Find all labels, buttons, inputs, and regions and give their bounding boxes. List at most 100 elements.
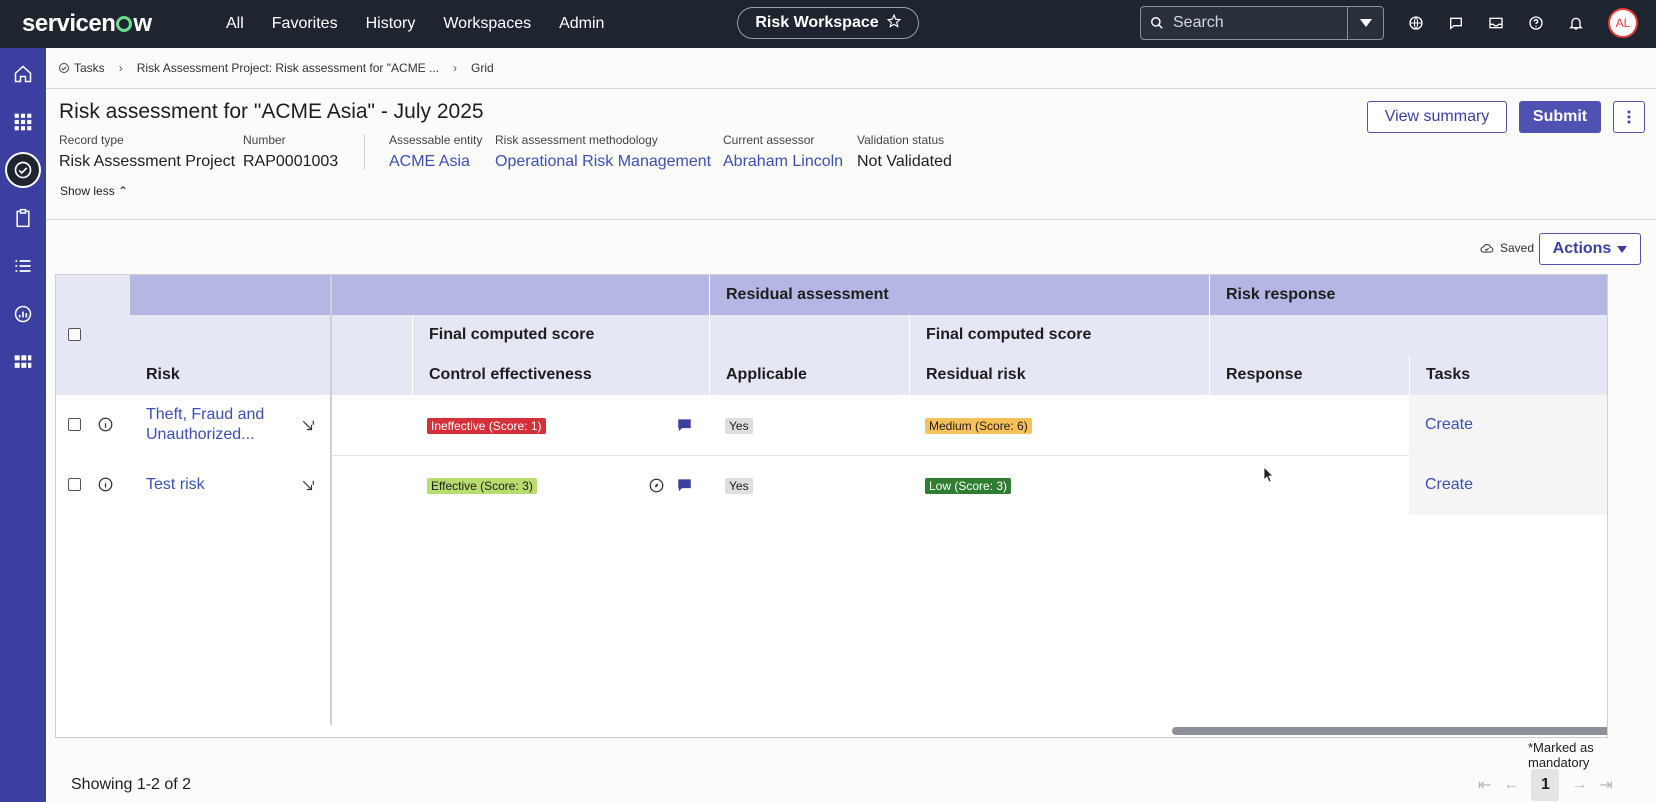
- help-icon[interactable]: [1525, 12, 1547, 34]
- assessable-entity-link[interactable]: ACME Asia: [389, 153, 482, 171]
- show-less-toggle[interactable]: Show less ⌃: [60, 184, 128, 198]
- next-page-icon[interactable]: →: [1571, 776, 1587, 794]
- nav-history[interactable]: History: [366, 15, 416, 33]
- group-header-blank: [332, 275, 709, 315]
- frozen-divider: [330, 275, 332, 725]
- methodology-link[interactable]: Operational Risk Management: [495, 153, 711, 171]
- field-label: Number: [243, 133, 286, 147]
- bell-icon[interactable]: [1565, 12, 1587, 34]
- search-box[interactable]: Search: [1140, 6, 1384, 40]
- comment-icon[interactable]: [677, 478, 692, 497]
- search-input[interactable]: Search: [1173, 14, 1347, 32]
- nav-workspaces[interactable]: Workspaces: [443, 15, 531, 33]
- breadcrumb-grid[interactable]: Grid: [471, 61, 494, 75]
- star-icon[interactable]: [886, 13, 901, 33]
- breadcrumb-project[interactable]: Risk Assessment Project: Risk assessment…: [137, 61, 439, 75]
- group-header-blank: [130, 275, 330, 315]
- workspace-pill[interactable]: Risk Workspace: [737, 7, 919, 39]
- row-checkbox[interactable]: [68, 478, 81, 491]
- field-current-assessor: Current assessor Abraham Lincoln: [723, 133, 843, 171]
- control-badge: Effective (Score: 3): [427, 478, 537, 494]
- divider: [46, 88, 1656, 89]
- risk-link[interactable]: Test risk: [146, 474, 296, 496]
- view-summary-button[interactable]: View summary: [1367, 101, 1507, 133]
- compass-icon[interactable]: [649, 478, 664, 498]
- col-header-applicable[interactable]: Applicable: [709, 355, 909, 395]
- submit-button[interactable]: Submit: [1519, 101, 1601, 133]
- field-number: Number RAP0001003: [243, 133, 338, 171]
- horizontal-scrollbar[interactable]: [1172, 727, 1607, 735]
- prev-page-icon[interactable]: ←: [1503, 776, 1519, 794]
- nav-all[interactable]: All: [226, 15, 244, 33]
- col-header-control[interactable]: Control effectiveness: [412, 355, 709, 395]
- field-validation-status: Validation status Not Validated: [857, 133, 952, 171]
- select-all-checkbox[interactable]: [68, 328, 81, 341]
- actions-button[interactable]: Actions: [1539, 233, 1641, 265]
- info-icon[interactable]: [98, 477, 113, 497]
- apps-grid-icon[interactable]: [7, 106, 39, 138]
- globe-icon[interactable]: [1405, 12, 1427, 34]
- workspace-name: Risk Workspace: [755, 14, 879, 31]
- pagination: ⇤ ← 1 → ⇥: [1478, 769, 1613, 801]
- field-label: Record type: [59, 133, 124, 147]
- nav-admin[interactable]: Admin: [559, 15, 604, 33]
- home-icon[interactable]: [7, 58, 39, 90]
- field-value: Risk Assessment Project: [59, 153, 236, 170]
- current-page[interactable]: 1: [1531, 769, 1560, 801]
- risk-link[interactable]: Theft, Fraud and Unauthorized...: [146, 405, 296, 445]
- modules-icon[interactable]: [7, 346, 39, 378]
- col-header-tasks[interactable]: Tasks: [1409, 355, 1607, 395]
- dashboard-icon[interactable]: [7, 298, 39, 330]
- comment-icon[interactable]: [677, 418, 692, 437]
- more-options-icon[interactable]: [1613, 101, 1645, 133]
- list-icon[interactable]: [7, 250, 39, 282]
- last-page-icon[interactable]: ⇥: [1599, 775, 1612, 795]
- left-rail: [0, 48, 46, 802]
- check-circle-icon: [59, 63, 69, 73]
- applicable-badge: Yes: [725, 418, 753, 434]
- search-dropdown-icon[interactable]: [1347, 7, 1383, 39]
- badge-text: Ineffective (Score: 1): [427, 418, 546, 434]
- info-icon[interactable]: [98, 417, 113, 437]
- subheader-blank: [709, 315, 909, 355]
- field-assessable-entity: Assessable entity ACME Asia: [389, 133, 482, 171]
- badge-text: Yes: [725, 478, 753, 494]
- clipboard-icon[interactable]: [7, 202, 39, 234]
- expand-icon[interactable]: [301, 419, 315, 438]
- col-header-response[interactable]: Response: [1209, 355, 1409, 395]
- assessor-link[interactable]: Abraham Lincoln: [723, 153, 843, 171]
- first-page-icon[interactable]: ⇤: [1478, 775, 1491, 795]
- create-task-link[interactable]: Create: [1425, 476, 1473, 494]
- cloud-check-icon: [1480, 244, 1494, 253]
- tasks-cell: Create: [1409, 455, 1607, 515]
- expand-icon[interactable]: [301, 479, 315, 498]
- col-header-blank: [332, 355, 412, 395]
- inbox-icon[interactable]: [1485, 12, 1507, 34]
- mandatory-note: *Marked as mandatory: [1528, 740, 1594, 770]
- chevron-right-icon: ›: [453, 61, 458, 75]
- field-label: Risk assessment methodology: [495, 133, 658, 147]
- create-task-link[interactable]: Create: [1425, 416, 1473, 434]
- col-header-risk[interactable]: Risk: [130, 355, 330, 395]
- page-title: Risk assessment for "ACME Asia" - July 2…: [59, 100, 484, 123]
- nav-favorites[interactable]: Favorites: [272, 15, 338, 33]
- servicenow-logo[interactable]: servicen w: [22, 10, 192, 38]
- col-header-residual[interactable]: Residual risk: [909, 355, 1209, 395]
- chat-icon[interactable]: [1445, 12, 1467, 34]
- breadcrumb-tasks[interactable]: Tasks: [58, 61, 105, 75]
- divider: [364, 134, 365, 170]
- tasks-check-icon[interactable]: [5, 152, 41, 188]
- subheader-blank: [130, 315, 330, 355]
- search-icon: [1141, 16, 1173, 30]
- avatar[interactable]: AL: [1608, 8, 1638, 38]
- field-record-type: Record type Risk Assessment Project: [59, 133, 235, 171]
- showing-count: Showing 1-2 of 2: [71, 776, 192, 793]
- badge-text: Yes: [725, 418, 753, 434]
- group-header-response: Risk response: [1209, 275, 1607, 315]
- actions-label: Actions: [1552, 240, 1612, 257]
- row-checkbox[interactable]: [68, 418, 81, 431]
- top-nav: servicen w All Favorites History Workspac…: [0, 0, 1656, 48]
- badge-text: Effective (Score: 3): [427, 478, 537, 494]
- subheader-final-score-2: Final computed score: [909, 315, 1209, 355]
- group-header-residual: Residual assessment: [709, 275, 1209, 315]
